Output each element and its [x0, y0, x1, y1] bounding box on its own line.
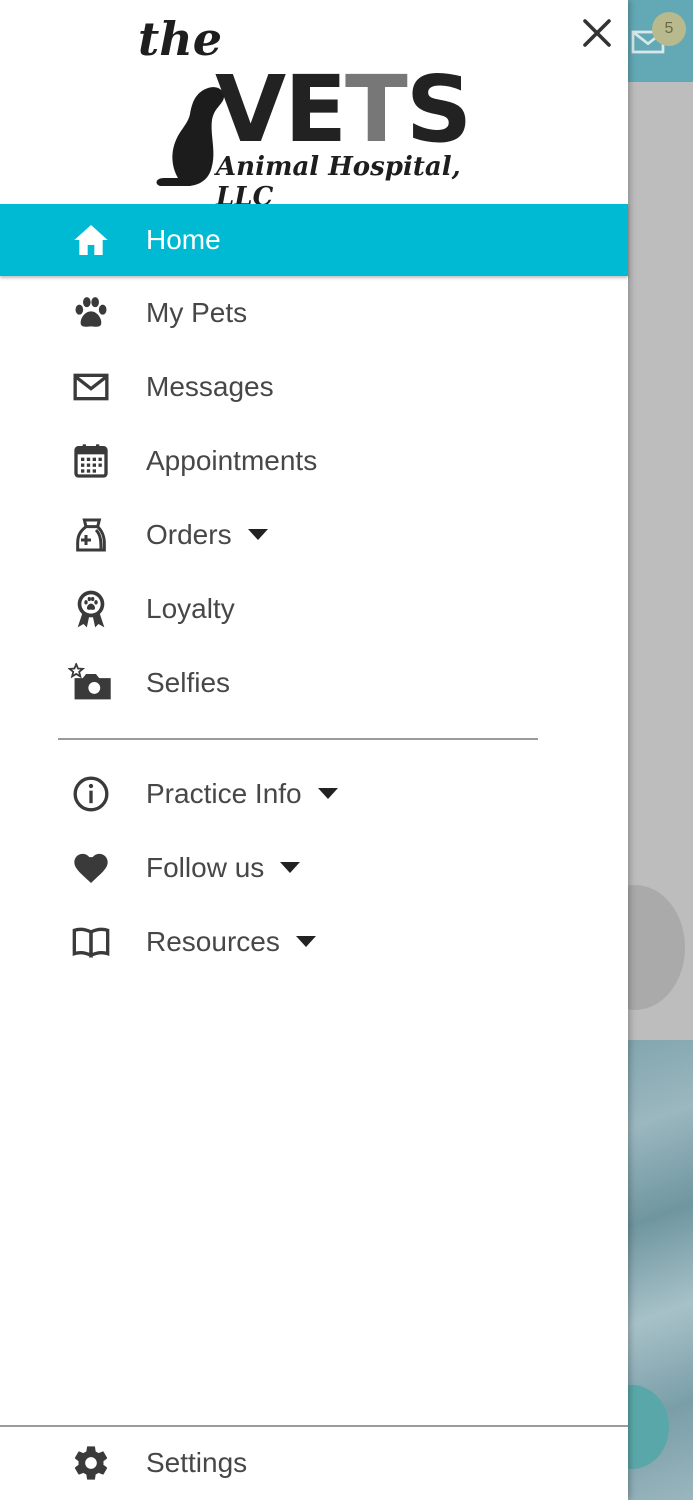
paw-icon	[68, 290, 114, 336]
menu-item-text: Resources	[146, 926, 280, 957]
menu-item-label: Home	[146, 224, 221, 255]
medicine-bag-icon	[68, 512, 114, 558]
footer-divider	[0, 1425, 628, 1427]
menu-item-my-pets[interactable]: My Pets	[0, 276, 628, 350]
background-messages-badge: 5	[652, 12, 686, 46]
practice-logo: the VETS Animal Hospital, LLC	[130, 12, 500, 212]
close-button[interactable]	[574, 10, 620, 56]
gear-icon	[68, 1440, 114, 1486]
primary-menu: Home My Pets Messages Appointments Order…	[0, 204, 628, 720]
chevron-down-icon	[295, 936, 316, 948]
info-icon	[68, 771, 114, 817]
logo-subtitle: Animal Hospital, LLC	[216, 152, 461, 212]
chevron-down-icon	[247, 529, 268, 541]
menu-item-selfies[interactable]: Selfies	[0, 646, 628, 720]
logo-vets-part-3: S	[405, 56, 472, 163]
secondary-menu: Practice Info Follow us Resources	[0, 757, 628, 979]
calendar-icon	[68, 438, 114, 484]
award-ribbon-icon	[68, 586, 114, 632]
chevron-down-icon	[317, 788, 338, 800]
menu-item-label: Resources	[146, 926, 316, 958]
menu-item-resources[interactable]: Resources	[0, 905, 628, 979]
menu-item-text: Follow us	[146, 852, 265, 883]
logo-vets-part-1: VE	[215, 56, 347, 163]
envelope-icon	[68, 364, 114, 410]
menu-item-appointments[interactable]: Appointments	[0, 424, 628, 498]
logo-vets-part-2: T	[345, 56, 408, 163]
navigation-drawer: the VETS Animal Hospital, LLC Home My Pe…	[0, 0, 628, 1500]
menu-item-messages[interactable]: Messages	[0, 350, 628, 424]
menu-item-orders[interactable]: Orders	[0, 498, 628, 572]
menu-item-text: Orders	[146, 519, 232, 550]
book-icon	[68, 919, 114, 965]
menu-item-practice-info[interactable]: Practice Info	[0, 757, 628, 831]
home-icon	[68, 217, 114, 263]
menu-item-label: Settings	[146, 1447, 248, 1478]
logo-vets-wordmark: VETS	[215, 64, 472, 156]
menu-item-label: Messages	[146, 371, 274, 402]
menu-item-label: Practice Info	[146, 778, 338, 810]
heart-icon	[68, 845, 114, 891]
menu-item-loyalty[interactable]: Loyalty	[0, 572, 628, 646]
chevron-down-icon	[280, 862, 301, 874]
menu-divider	[58, 738, 538, 740]
menu-item-label: Orders	[146, 519, 268, 551]
close-icon	[583, 19, 611, 47]
menu-item-label: Appointments	[146, 445, 318, 476]
camera-star-icon	[68, 660, 114, 706]
menu-item-label: My Pets	[146, 297, 248, 328]
menu-item-text: Practice Info	[146, 778, 302, 809]
menu-item-label: Selfies	[146, 667, 231, 698]
menu-item-follow-us[interactable]: Follow us	[0, 831, 628, 905]
menu-item-label: Loyalty	[146, 593, 235, 624]
menu-item-settings[interactable]: Settings	[0, 1428, 628, 1498]
logo-the: the	[138, 12, 222, 66]
menu-item-home[interactable]: Home	[0, 204, 628, 276]
menu-item-label: Follow us	[146, 852, 301, 884]
